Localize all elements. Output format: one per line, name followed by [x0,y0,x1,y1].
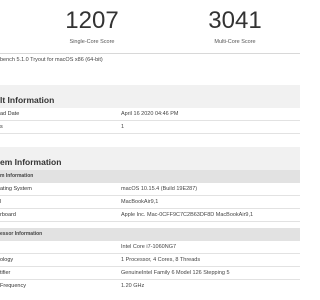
row-label: ad Date [0,111,20,117]
result-information-header: lt Information [0,85,300,108]
single-core-score-label: Single-Core Score [69,39,115,45]
row-label: tifier [0,270,11,276]
row-value: GenuineIntel Family 6 Model 126 Stepping… [121,270,230,276]
single-core-score: 1207 Single-Core Score [32,0,152,46]
processor-information-subtitle: essor Information [0,231,43,237]
row-label: Frequency [0,283,26,289]
system-information-title: em Information [0,157,62,167]
system-row-model: l MacBookAir9,1 [0,196,300,209]
benchmark-version-text: bench 5.1.0 Tryout for macOS x86 (64-bit… [0,57,103,63]
score-panel: 1207 Single-Core Score 3041 Multi-Core S… [0,0,300,54]
multi-core-score: 3041 Multi-Core Score [175,0,295,46]
system-row-operating-system: ating System macOS 10.15.4 (Build 19E287… [0,183,300,196]
system-information-subtitle: m Information [0,173,34,179]
row-value: April 16 2020 04:46 PM [121,111,179,117]
row-value: Intel Core i7-1060NG7 [121,244,177,250]
single-core-score-value: 1207 [65,7,119,34]
row-label: l [0,199,2,205]
row-value: Apple Inc. Mac-0CFF9C7C2B63DF8D MacBookA… [121,212,254,218]
processor-row-topology: ology 1 Processor, 4 Cores, 8 Threads [0,254,300,267]
result-row-views: s 1 [0,121,300,134]
processor-row-identifier: tifier GenuineIntel Family 6 Model 126 S… [0,267,300,280]
processor-row-name: Intel Core i7-1060NG7 [0,241,300,254]
processor-information-subheader: essor Information [0,228,300,241]
system-information-subheader: m Information [0,170,300,183]
result-row-upload-date: ad Date April 16 2020 04:46 PM [0,108,300,121]
row-value: MacBookAir9,1 [121,199,159,205]
system-information-header: em Information [0,147,300,170]
result-information-title: lt Information [0,95,55,105]
row-label: ology [0,257,14,263]
row-value: 1 [121,124,125,130]
processor-row-base-frequency: Frequency 1.20 GHz [0,280,300,293]
system-row-motherboard: rboard Apple Inc. Mac-0CFF9C7C2B63DF8D M… [0,209,300,222]
row-value: macOS 10.15.4 (Build 19E287) [121,186,198,192]
multi-core-score-label: Multi-Core Score [214,39,256,45]
row-value: 1 Processor, 4 Cores, 8 Threads [121,257,201,263]
row-label: rboard [0,212,16,218]
multi-core-score-value: 3041 [208,7,262,34]
row-label: s [0,124,3,130]
row-label: ating System [0,186,32,192]
row-value: 1.20 GHz [121,283,145,289]
